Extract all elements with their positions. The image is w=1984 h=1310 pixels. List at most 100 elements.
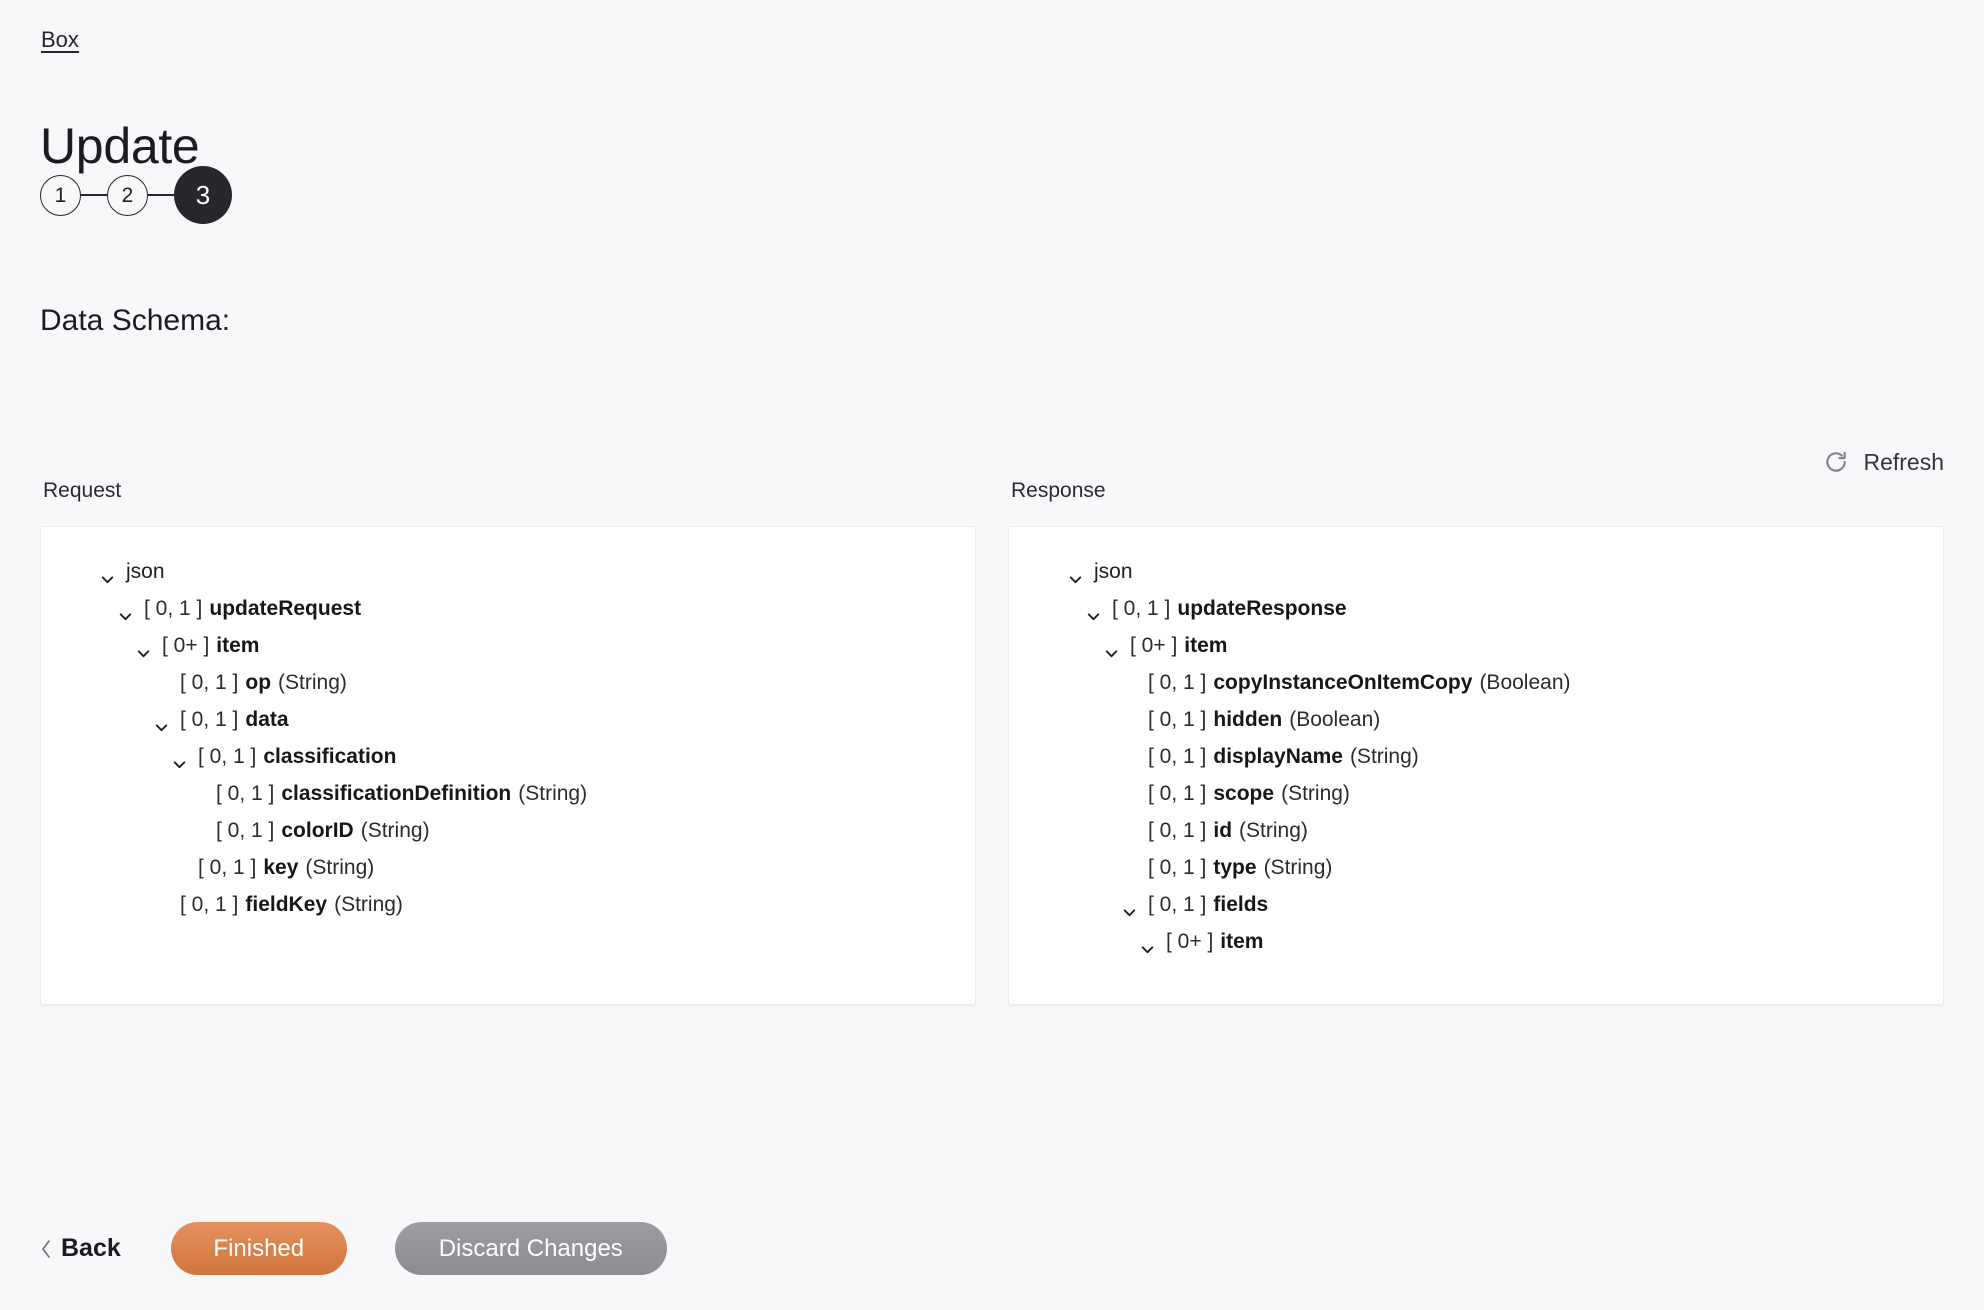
node-name: scope	[1213, 782, 1275, 805]
chevron-down-icon[interactable]	[1121, 896, 1138, 917]
request-schema-tree[interactable]: json [ 0, 1 ] updateRequest [ 0+ ] item [ 0, …	[40, 526, 976, 1005]
step-connector	[81, 194, 107, 196]
node-name: hidden	[1213, 708, 1283, 731]
request-column: Request json [ 0, 1 ] updateRequest [ 0+ ] i…	[40, 478, 976, 1005]
wizard-footer: Back Finished Discard Changes	[40, 1222, 667, 1275]
node-type: (String)	[1239, 819, 1308, 842]
schema-node-type[interactable]: [ 0, 1 ] type (String)	[1027, 849, 1925, 886]
node-type: (String)	[305, 856, 375, 879]
node-name: json	[126, 560, 165, 583]
schema-node-item[interactable]: [ 0+ ] item	[1027, 627, 1925, 664]
back-button[interactable]: Back	[40, 1234, 131, 1263]
node-name: op	[245, 671, 272, 694]
schema-area: Request json [ 0, 1 ] updateRequest [ 0+ ] i…	[40, 478, 1944, 1005]
chevron-down-icon[interactable]	[1085, 600, 1102, 621]
schema-node-classificationDefinition[interactable]: [ 0, 1 ] classificationDefinition (String)	[59, 775, 957, 812]
chevron-down-icon[interactable]	[99, 563, 116, 584]
chevron-down-icon[interactable]	[1103, 637, 1120, 658]
schema-node-updateRequest[interactable]: [ 0, 1 ] updateRequest	[59, 590, 957, 627]
node-cardinality: [ 0, 1 ]	[1148, 671, 1207, 694]
schema-node-copyInstanceOnItemCopy[interactable]: [ 0, 1 ] copyInstanceOnItemCopy (Boolean)	[1027, 664, 1925, 701]
step-1[interactable]: 1	[40, 174, 81, 216]
node-cardinality: [ 0+ ]	[1130, 634, 1178, 657]
chevron-down-icon[interactable]	[153, 711, 170, 732]
schema-node-displayName[interactable]: [ 0, 1 ] displayName (String)	[1027, 738, 1925, 775]
node-cardinality: [ 0, 1 ]	[180, 708, 239, 731]
node-name: classification	[263, 745, 397, 768]
chevron-down-icon[interactable]	[1067, 563, 1084, 584]
node-type: (String)	[1281, 782, 1350, 805]
node-name: fieldKey	[245, 893, 328, 916]
node-cardinality: [ 0, 1 ]	[1148, 745, 1207, 768]
request-column-label: Request	[43, 479, 122, 502]
back-label: Back	[61, 1234, 121, 1262]
node-name: item	[216, 634, 260, 657]
node-type: (Boolean)	[1479, 671, 1571, 694]
node-cardinality: [ 0, 1 ]	[1112, 597, 1171, 620]
schema-node-key[interactable]: [ 0, 1 ] key (String)	[59, 849, 957, 886]
step-2[interactable]: 2	[107, 174, 148, 216]
chevron-down-icon[interactable]	[171, 748, 188, 769]
section-heading-data-schema: Data Schema:	[40, 303, 231, 337]
node-name: updateResponse	[1177, 597, 1347, 620]
schema-node-colorID[interactable]: [ 0, 1 ] colorID (String)	[59, 812, 957, 849]
node-type: (String)	[360, 819, 430, 842]
chevron-down-icon[interactable]	[117, 600, 134, 621]
response-column-label: Response	[1011, 479, 1106, 502]
node-type: (String)	[518, 782, 588, 805]
node-cardinality: [ 0, 1 ]	[198, 856, 257, 879]
node-cardinality: [ 0, 1 ]	[216, 819, 275, 842]
node-cardinality: [ 0, 1 ]	[216, 782, 275, 805]
node-name: id	[1213, 819, 1233, 842]
node-type: (String)	[1349, 745, 1419, 768]
breadcrumb-link-box[interactable]: Box	[41, 27, 79, 53]
schema-node-id[interactable]: [ 0, 1 ] id (String)	[1027, 812, 1925, 849]
schema-node-fields[interactable]: [ 0, 1 ] fields	[1027, 886, 1925, 923]
node-name: displayName	[1213, 745, 1343, 768]
node-name: type	[1213, 856, 1257, 879]
discard-changes-button[interactable]: Discard Changes	[394, 1222, 667, 1275]
chevron-left-icon	[40, 1239, 52, 1259]
node-name: copyInstanceOnItemCopy	[1213, 671, 1473, 694]
node-name: fields	[1213, 893, 1269, 916]
node-type: (String)	[334, 893, 403, 916]
finished-button[interactable]: Finished	[170, 1222, 347, 1275]
node-cardinality: [ 0, 1 ]	[1148, 708, 1207, 731]
schema-node-hidden[interactable]: [ 0, 1 ] hidden (Boolean)	[1027, 701, 1925, 738]
node-name: data	[245, 708, 289, 731]
node-name: colorID	[281, 819, 354, 842]
schema-node-item[interactable]: [ 0+ ] item	[1027, 923, 1925, 960]
schema-node-fieldKey[interactable]: [ 0, 1 ] fieldKey (String)	[59, 886, 957, 923]
schema-node-scope[interactable]: [ 0, 1 ] scope (String)	[1027, 775, 1925, 812]
schema-node-classification[interactable]: [ 0, 1 ] classification	[59, 738, 957, 775]
node-type: (Boolean)	[1289, 708, 1381, 731]
schema-node-op[interactable]: [ 0, 1 ] op (String)	[59, 664, 957, 701]
node-name: key	[263, 856, 299, 879]
schema-node-data[interactable]: [ 0, 1 ] data	[59, 701, 957, 738]
node-cardinality: [ 0, 1 ]	[1148, 893, 1207, 916]
step-connector	[148, 194, 174, 196]
node-type: (String)	[1263, 856, 1333, 879]
node-cardinality: [ 0, 1 ]	[180, 671, 239, 694]
chevron-down-icon[interactable]	[135, 637, 152, 658]
node-cardinality: [ 0+ ]	[1166, 930, 1214, 953]
schema-node-json[interactable]: json	[59, 553, 957, 590]
response-column: Response json [ 0, 1 ] updateResponse [ 0+ …	[1008, 478, 1944, 1005]
update-wizard-page: Box Update 123 Data Schema: Refresh Requ…	[0, 0, 1984, 1310]
node-name: json	[1094, 560, 1133, 583]
response-schema-tree[interactable]: json [ 0, 1 ] updateResponse [ 0+ ] item [ 0,…	[1008, 526, 1944, 1005]
schema-node-updateResponse[interactable]: [ 0, 1 ] updateResponse	[1027, 590, 1925, 627]
node-cardinality: [ 0, 1 ]	[1148, 856, 1207, 879]
node-cardinality: [ 0+ ]	[162, 634, 210, 657]
refresh-label: Refresh	[1863, 449, 1944, 475]
node-cardinality: [ 0, 1 ]	[144, 597, 203, 620]
node-type: (String)	[278, 671, 347, 694]
chevron-down-icon[interactable]	[1139, 933, 1156, 954]
refresh-icon	[1823, 449, 1849, 475]
refresh-button[interactable]: Refresh	[1823, 449, 1944, 475]
step-3[interactable]: 3	[174, 166, 232, 224]
node-name: classificationDefinition	[281, 782, 512, 805]
schema-node-item[interactable]: [ 0+ ] item	[59, 627, 957, 664]
node-cardinality: [ 0, 1 ]	[180, 893, 239, 916]
schema-node-json[interactable]: json	[1027, 553, 1925, 590]
